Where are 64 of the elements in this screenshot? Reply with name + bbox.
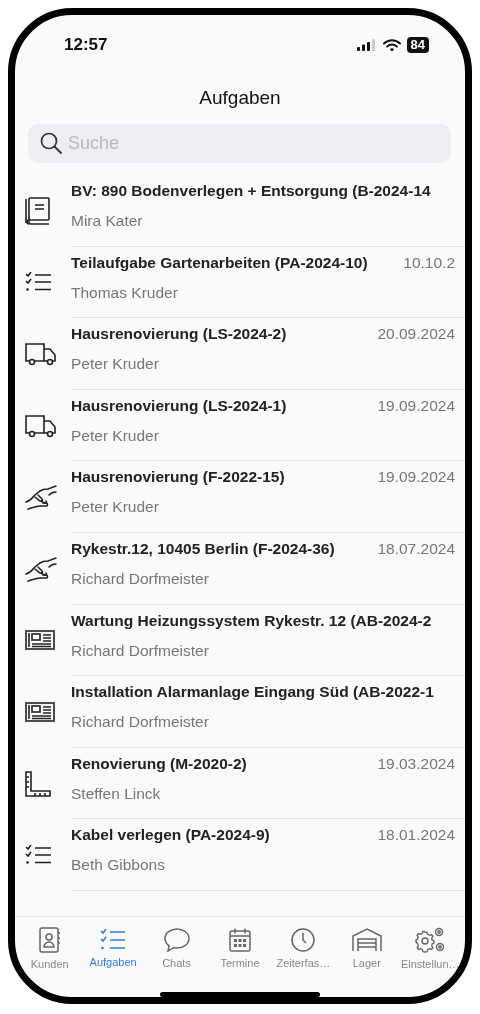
task-row[interactable]: Installation Alarmanlage Eingang Süd (AB-2022-1 Richard Dorfmeister [15,676,465,748]
garage-icon [351,927,382,952]
task-row[interactable]: Wartung Heizungssystem Rykestr. 12 (AB-2024-2 Richard Dorfmeister [15,604,465,677]
task-date: 20.09.2024 [376,325,456,344]
task-title: Kabel verlegen (PA-2024-9) [71,826,270,845]
battery-level: 84 [406,37,429,53]
task-person: Peter Kruder [71,498,159,517]
contacts-icon [38,926,61,953]
task-title: Hausrenovierung (LS-2024-2) [71,325,287,344]
task-row[interactable]: Hausrenovierung (F-2022-15) 19.09.2024 Peter Kruder [15,461,465,533]
checklist-icon [100,928,127,951]
calendar-icon [228,927,251,952]
task-title: Installation Alarmanlage Eingang Süd (AB-2022-1 [71,683,434,702]
screen-title: Aufgaben [198,85,282,110]
tab-item[interactable]: Kunden [18,917,82,979]
task-row[interactable]: Kabel verlegen (PA-2024-9) 18.01.2024 Beth Gibbons [15,819,465,891]
task-title: Hausrenovierung (LS-2024-1) [71,396,287,415]
task-person: Richard Dorfmeister [71,569,209,588]
task-row[interactable]: Hausrenovierung (LS-2024-1) 19.09.2024 Peter Kruder [15,389,465,462]
task-title: BV: 890 Bodenverlegen + Entsorgung (B-2024-14 [71,182,431,200]
task-date: 10.10.2 [402,253,456,272]
task-row[interactable]: Hausrenovierung (LS-2024-2) 20.09.2024 Peter Kruder [15,318,465,390]
status-time: 12:57 [64,35,108,55]
task-title: Teilaufgabe Gartenarbeiten (PA-2024-10) [71,253,368,272]
task-title: Hausrenovierung (F-2022-15) [71,468,285,487]
tab-item[interactable]: Chats [144,917,209,979]
task-row[interactable]: BV: 890 Bodenverlegen + Entsorgung (B-2024-14 Mira Kater [15,175,465,247]
truck-icon [25,342,57,366]
wifi-icon [382,38,401,52]
checklist-icon [25,272,52,293]
chat-bubble-icon [163,927,190,952]
task-person: Peter Kruder [71,426,159,445]
newspaper-icon [25,630,55,651]
tab-item[interactable]: Einstellun… [398,917,462,979]
tab-item[interactable]: Aufgaben [81,917,145,979]
task-row[interactable]: Rykestr.12, 10405 Berlin (F-2024-36) 18.07.2024 Richard Dorfmeister [15,532,465,605]
task-date: 19.09.2024 [376,468,456,487]
book-icon [25,196,51,225]
task-person: Peter Kruder [71,355,159,374]
settings-icon [415,926,446,953]
task-title: Wartung Heizungssystem Rykestr. 12 (AB-2024-2 [71,611,432,630]
signal-icon [356,39,377,51]
task-person: Thomas Kruder [71,283,178,302]
task-date: 18.07.2024 [376,539,456,558]
task-date: 19.03.2024 [376,754,456,773]
tab-item[interactable]: Termine [208,917,272,979]
task-date: 18.01.2024 [376,826,456,845]
task-title: Renovierung (M-2020-2) [71,754,247,773]
checklist-icon [25,845,52,866]
task-person: Beth Gibbons [71,856,165,875]
task-person: Steffen Linck [71,784,161,803]
ruler-icon [25,770,51,797]
task-title: Rykestr.12, 10405 Berlin (F-2024-36) [71,539,335,558]
truck-icon [25,413,57,438]
task-person: Richard Dorfmeister [71,641,209,660]
newspaper-icon [25,701,55,722]
task-row[interactable]: Teilaufgabe Gartenarbeiten (PA-2024-10) 10.10.2 Thomas Kruder [15,246,465,319]
task-row[interactable]: Renovierung (M-2020-2) 19.03.2024 Steffen Linck [15,747,465,820]
task-person: Richard Dorfmeister [71,713,209,732]
tab-item[interactable]: Zeiterfas… [271,917,336,979]
task-date: 19.09.2024 [376,396,456,415]
task-person: Mira Kater [71,212,143,230]
tab-item[interactable]: Lager [335,917,399,979]
clock-icon [291,927,316,952]
